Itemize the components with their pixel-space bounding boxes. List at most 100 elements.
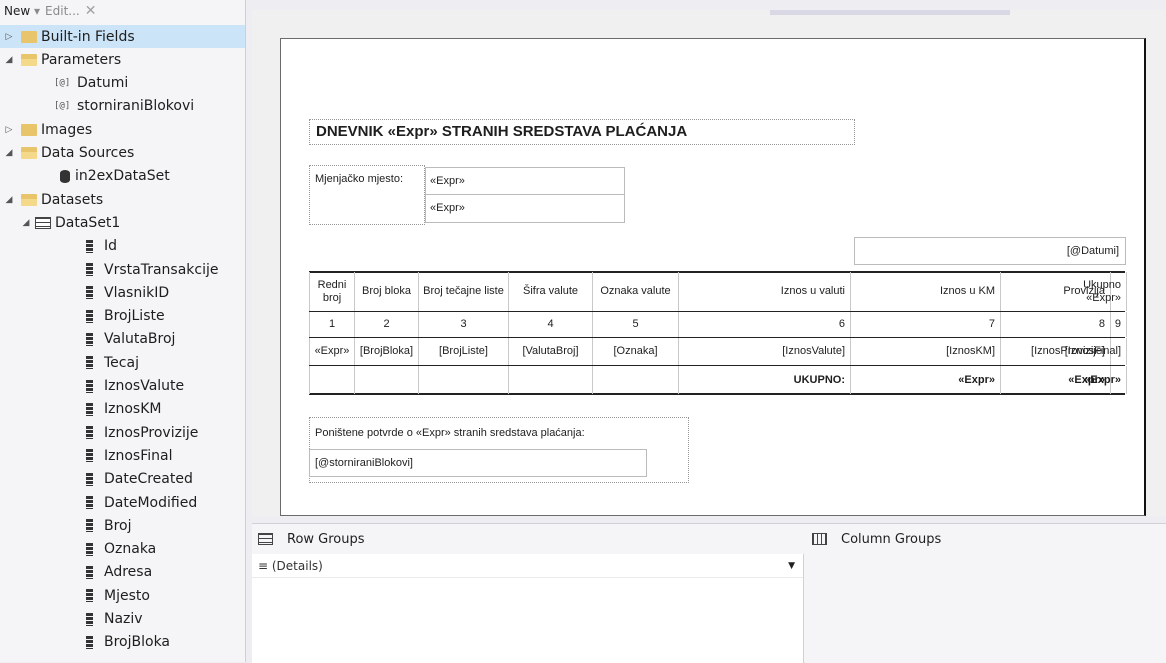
tree-builtin-fields[interactable]: ▷ Built-in Fields bbox=[0, 25, 245, 48]
tablix-detail-cell[interactable]: [BrojBloka] bbox=[355, 338, 419, 365]
field-icon bbox=[86, 612, 93, 626]
tablix-detail-cell[interactable]: [Oznaka] bbox=[593, 338, 679, 365]
report-body[interactable]: DNEVNIK «Expr» STRANIH SREDSTAVA PLAĆANJ… bbox=[280, 38, 1146, 516]
tree-label: Parameters bbox=[41, 51, 122, 68]
tree-label: BrojBloka bbox=[104, 634, 171, 651]
tablix-number-cell[interactable]: 6 bbox=[679, 312, 851, 337]
tablix-total-cell[interactable]: UKUPNO: bbox=[679, 366, 851, 394]
tree-images[interactable]: ▷ Images bbox=[0, 118, 245, 141]
ponistene-label[interactable]: Poništene potvrde o «Expr» stranih sreds… bbox=[315, 427, 585, 439]
tablix-detail-cell[interactable]: «Expr» bbox=[309, 338, 355, 365]
collapse-arrow-icon[interactable]: ◢ bbox=[4, 148, 14, 158]
field-icon bbox=[86, 542, 93, 556]
datumi-param-textbox[interactable]: [@Datumi] bbox=[854, 237, 1126, 265]
tree-field[interactable]: Tecaj bbox=[0, 351, 245, 374]
tablix-detail-cell[interactable]: [IznosFinal] bbox=[1065, 338, 1127, 365]
collapse-arrow-icon[interactable]: ◢ bbox=[4, 195, 14, 205]
tablix-total-cell[interactable] bbox=[419, 366, 509, 394]
tree-label: Datasets bbox=[41, 191, 104, 208]
tree-label: DateCreated bbox=[104, 471, 193, 488]
tablix-header-cell[interactable]: Broj tečajne liste bbox=[419, 272, 509, 311]
tablix-total-cell[interactable] bbox=[593, 366, 679, 394]
field-icon bbox=[86, 589, 93, 603]
tablix-header-cell[interactable]: Iznos u valuti bbox=[679, 272, 851, 311]
tablix-header-cell[interactable]: Redni broj bbox=[309, 272, 355, 311]
collapse-arrow-icon[interactable]: ◢ bbox=[21, 218, 31, 228]
ruler-strip bbox=[770, 10, 1010, 15]
report-title-textbox[interactable]: DNEVNIK «Expr» STRANIH SREDSTAVA PLAĆANJ… bbox=[309, 119, 855, 145]
tree-field[interactable]: Mjesto bbox=[0, 584, 245, 607]
delete-icon[interactable]: ✕ bbox=[85, 3, 97, 19]
field-icon bbox=[86, 332, 93, 346]
new-label: New bbox=[4, 4, 31, 18]
parameter-icon: [@] bbox=[54, 101, 71, 112]
tree-field[interactable]: BrojListe bbox=[0, 305, 245, 328]
tree-param-datumi[interactable]: [@] Datumi bbox=[0, 72, 245, 95]
tablix-number-cell[interactable]: 8 bbox=[1001, 312, 1111, 337]
tree-field[interactable]: Oznaka bbox=[0, 538, 245, 561]
dataset-icon bbox=[35, 216, 51, 229]
tablix-number-cell[interactable]: 7 bbox=[851, 312, 1001, 337]
chevron-down-icon: ▾ bbox=[34, 4, 41, 18]
expr-textbox-1[interactable]: «Expr» bbox=[425, 167, 625, 195]
tablix-total-cell[interactable] bbox=[355, 366, 419, 394]
tree-field[interactable]: IznosProvizije bbox=[0, 421, 245, 444]
tree-field[interactable]: Naziv bbox=[0, 608, 245, 631]
tree-field[interactable]: Broj bbox=[0, 514, 245, 537]
tree-label: Mjesto bbox=[104, 587, 150, 604]
tablix-total-cell[interactable] bbox=[309, 366, 355, 394]
field-icon bbox=[86, 379, 93, 393]
tree-datasource[interactable]: in2exDataSet bbox=[0, 165, 245, 188]
tree-field[interactable]: Id bbox=[0, 235, 245, 258]
tablix-detail-cell[interactable]: [ValutaBroj] bbox=[509, 338, 593, 365]
tree-field[interactable]: ValutaBroj bbox=[0, 328, 245, 351]
tree-label: IznosValute bbox=[104, 378, 185, 394]
mjenjacko-mjesto-label[interactable]: Mjenjačko mjesto: bbox=[315, 173, 403, 185]
tree-label: IznosProvizije bbox=[104, 424, 199, 441]
tablix-header-cell[interactable]: Broj bloka bbox=[355, 272, 419, 311]
tree-field[interactable]: BrojBloka bbox=[0, 631, 245, 654]
tree-field[interactable]: IznosKM bbox=[0, 398, 245, 421]
tree-param-stornirani[interactable]: [@] storniraniBlokovi bbox=[0, 95, 245, 118]
tablix-total-cell[interactable] bbox=[509, 366, 593, 394]
tree-dataset1[interactable]: ◢ DataSet1 bbox=[0, 211, 245, 234]
expr-textbox-2[interactable]: «Expr» bbox=[425, 195, 625, 223]
tree-field[interactable]: IznosValute bbox=[0, 375, 245, 398]
tablix-number-cell[interactable]: 1 bbox=[309, 312, 355, 337]
tablix-header-cell[interactable]: Ukupno «Expr» bbox=[1083, 272, 1127, 311]
tablix-header-cell[interactable]: Oznaka valute bbox=[593, 272, 679, 311]
details-group[interactable]: ≡ (Details) ▼ bbox=[252, 554, 803, 578]
tree-field[interactable]: DateCreated bbox=[0, 468, 245, 491]
edit-button[interactable]: Edit... bbox=[45, 4, 80, 18]
tablix-number-cell[interactable]: 5 bbox=[593, 312, 679, 337]
field-icon bbox=[86, 635, 93, 649]
tree-field[interactable]: IznosFinal bbox=[0, 444, 245, 467]
new-menu-button[interactable]: New ▾ bbox=[4, 4, 40, 18]
expand-arrow-icon[interactable]: ▷ bbox=[4, 125, 14, 135]
tablix-number-cell[interactable]: 2 bbox=[355, 312, 419, 337]
tree-label: Images bbox=[41, 121, 93, 138]
tablix-detail-cell[interactable]: [BrojListe] bbox=[419, 338, 509, 365]
tree-field[interactable]: Adresa bbox=[0, 561, 245, 584]
tablix-number-cell[interactable]: 9 bbox=[1111, 312, 1127, 337]
collapse-arrow-icon[interactable]: ◢ bbox=[4, 55, 14, 65]
tablix-detail-cell[interactable]: [IznosKM] bbox=[851, 338, 1001, 365]
tree-parameters[interactable]: ◢ Parameters bbox=[0, 48, 245, 71]
tablix-total-cell[interactable]: «Expr» bbox=[851, 366, 1001, 394]
dropdown-arrow-icon[interactable]: ▼ bbox=[788, 561, 795, 571]
tree-data-sources[interactable]: ◢ Data Sources bbox=[0, 142, 245, 165]
tablix-header-cell[interactable]: Iznos u KM bbox=[851, 272, 1001, 311]
tablix-detail-cell[interactable]: [IznosValute] bbox=[679, 338, 851, 365]
stornirani-param-textbox[interactable]: [@storniraniBlokovi] bbox=[309, 449, 647, 477]
field-icon bbox=[86, 496, 93, 509]
tree-field[interactable]: VlasnikID bbox=[0, 281, 245, 304]
tablix-header-cell[interactable]: Šifra valute bbox=[509, 272, 593, 311]
tablix-number-cell[interactable]: 3 bbox=[419, 312, 509, 337]
tree-field[interactable]: DateModified bbox=[0, 491, 245, 514]
tree-field[interactable]: VrstaTransakcije bbox=[0, 258, 245, 281]
tree-datasets[interactable]: ◢ Datasets bbox=[0, 188, 245, 211]
tablix-number-cell[interactable]: 4 bbox=[509, 312, 593, 337]
expand-arrow-icon[interactable]: ▷ bbox=[4, 32, 14, 42]
tree-label: Datumi bbox=[77, 75, 129, 92]
tablix-total-cell[interactable]: «Expr» bbox=[1084, 366, 1127, 394]
